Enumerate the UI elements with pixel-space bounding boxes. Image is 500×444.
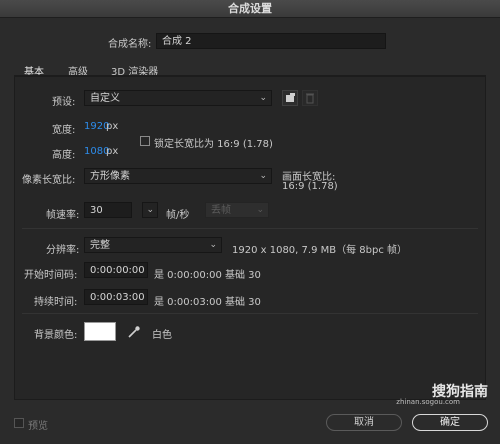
preset-label: 预设:: [52, 97, 76, 108]
pixel-aspect-label: 像素长宽比:: [22, 175, 76, 186]
background-color-name: 白色: [152, 330, 172, 341]
lock-aspect-label: 锁定长宽比为 16:9 (1.78): [154, 139, 273, 150]
chevron-down-icon: ⌄: [146, 205, 154, 215]
resolution-label: 分辨率:: [46, 245, 80, 256]
trash-icon: [306, 93, 314, 104]
resolution-select[interactable]: 完整 ⌄: [84, 237, 222, 253]
start-timecode-label: 开始时间码:: [24, 270, 78, 281]
delete-preset-button[interactable]: [302, 90, 318, 106]
height-label: 高度:: [52, 150, 76, 161]
width-label: 宽度:: [52, 125, 76, 136]
duration-label: 持续时间:: [34, 297, 78, 308]
height-unit: px: [106, 146, 119, 157]
preset-value: 自定义: [90, 93, 120, 104]
watermark-url: zhinan.sogou.com: [396, 398, 460, 406]
frame-rate-unit: 帧/秒: [166, 210, 190, 221]
pixel-aspect-value: 方形像素: [90, 171, 130, 182]
resolution-value: 完整: [90, 240, 110, 251]
frame-rate-label: 帧速率:: [46, 210, 80, 221]
chevron-down-icon: ⌄: [256, 205, 264, 215]
duration-info: 是 0:00:03:00 基础 30: [154, 297, 261, 308]
new-preset-button[interactable]: [282, 90, 298, 106]
start-timecode-info: 是 0:00:00:00 基础 30: [154, 270, 261, 281]
eyedropper-icon: [128, 326, 140, 338]
lock-aspect-checkbox[interactable]: [140, 136, 150, 146]
background-color-label: 背景颜色:: [34, 330, 78, 341]
preview-checkbox[interactable]: [14, 418, 24, 428]
drop-frame-value: 丢帧: [211, 205, 231, 216]
ok-button[interactable]: 确定: [412, 414, 488, 431]
chevron-down-icon: ⌄: [209, 240, 217, 250]
cancel-button[interactable]: 取消: [326, 414, 402, 431]
chevron-down-icon: ⌄: [259, 93, 267, 103]
duration-input[interactable]: 0:00:03:00: [84, 289, 148, 305]
frame-rate-dropdown[interactable]: ⌄: [142, 202, 158, 218]
divider: [22, 313, 478, 314]
frame-aspect-value: 16:9 (1.78): [282, 181, 338, 192]
preview-label: 预览: [28, 421, 48, 432]
eyedropper-button[interactable]: [126, 324, 142, 340]
resolution-info: 1920 x 1080, 7.9 MB（每 8bpc 帧）: [232, 245, 408, 256]
comp-name-label: 合成名称:: [108, 39, 152, 50]
start-timecode-input[interactable]: 0:00:00:00: [84, 262, 148, 278]
new-preset-icon: [286, 93, 295, 102]
divider: [22, 228, 478, 229]
chevron-down-icon: ⌄: [259, 171, 267, 181]
width-unit: px: [106, 121, 119, 132]
window-title: 合成设置: [0, 0, 500, 18]
comp-name-input[interactable]: 合成 2: [156, 33, 386, 49]
frame-rate-input[interactable]: 30: [84, 202, 132, 218]
background-color-swatch[interactable]: [84, 322, 116, 341]
preset-select[interactable]: 自定义 ⌄: [84, 90, 272, 106]
drop-frame-select: 丢帧 ⌄: [205, 202, 269, 218]
pixel-aspect-select[interactable]: 方形像素 ⌄: [84, 168, 272, 184]
